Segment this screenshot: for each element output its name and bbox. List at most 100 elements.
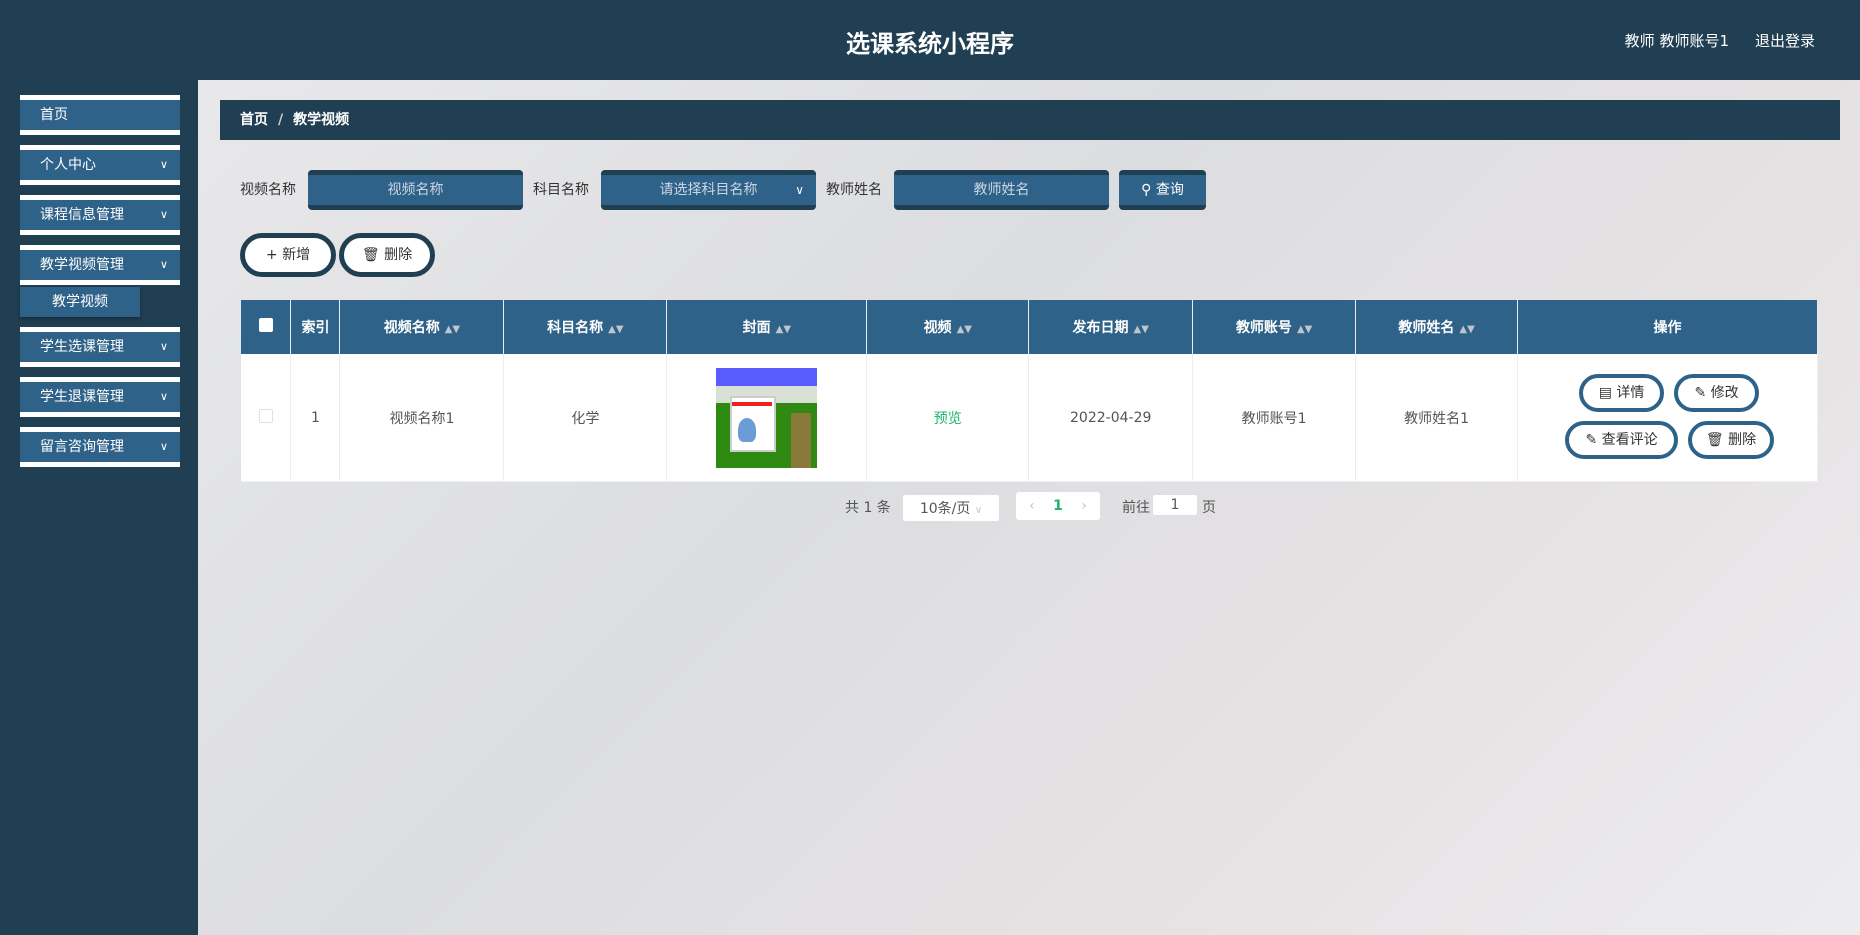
cell-video: 预览 bbox=[866, 354, 1030, 482]
col-label: 视频 bbox=[923, 320, 952, 336]
sidebar-item-label: 学生选课管理 bbox=[40, 339, 124, 355]
edit-button[interactable]: ✎ 修改 bbox=[1674, 374, 1760, 412]
top-header: 选课系统小程序 教师 教师账号1 退出登录 bbox=[0, 0, 1860, 80]
select-all-header[interactable] bbox=[241, 300, 292, 354]
sidebar-item-label: 留言咨询管理 bbox=[40, 439, 124, 455]
table-row: 1 视频名称1 化学 预览 2022-04-29 教师账号1 教师姓名1 ▤ 详… bbox=[241, 354, 1818, 482]
sort-icon[interactable]: ▲▼ bbox=[776, 324, 791, 335]
sidebar-item-messages[interactable]: 留言咨询管理 ∨ bbox=[20, 427, 180, 467]
row-select-cell[interactable] bbox=[241, 354, 292, 482]
document-icon: ▤ bbox=[1598, 385, 1612, 401]
chevron-down-icon: ∨ bbox=[974, 505, 983, 516]
select-all-checkbox[interactable] bbox=[258, 318, 273, 332]
breadcrumb-home[interactable]: 首页 bbox=[240, 112, 268, 128]
chevron-down-icon: ∨ bbox=[795, 183, 804, 197]
cell-teacher-account: 教师账号1 bbox=[1192, 354, 1357, 482]
col-label: 教师姓名 bbox=[1398, 320, 1455, 336]
subject-label: 科目名称 bbox=[533, 182, 589, 198]
video-name-input[interactable]: 视频名称 bbox=[308, 170, 523, 210]
chevron-down-icon: ∨ bbox=[159, 340, 168, 353]
logout-link[interactable]: 退出登录 bbox=[1755, 30, 1815, 51]
next-page-button[interactable]: › bbox=[1081, 498, 1087, 514]
main-content: 首页 / 教学视频 视频名称 视频名称 科目名称 请选择科目名称 ∨ 教师姓名 教师姓… bbox=[198, 80, 1860, 935]
sidebar-item-video-manage[interactable]: 教学视频管理 ∨ bbox=[20, 245, 180, 285]
view-comments-button[interactable]: ✎ 查看评论 bbox=[1565, 421, 1679, 459]
sort-icon[interactable]: ▲▼ bbox=[445, 324, 460, 335]
user-role: 教师 bbox=[1624, 32, 1655, 50]
subject-placeholder: 请选择科目名称 bbox=[659, 182, 758, 198]
add-label: 新增 bbox=[282, 247, 311, 263]
sidebar-item-profile[interactable]: 个人中心 ∨ bbox=[20, 145, 180, 185]
pager: ‹ 1 › bbox=[1016, 492, 1100, 520]
detail-button[interactable]: ▤ 详情 bbox=[1579, 374, 1665, 412]
query-button[interactable]: ⚲ 查询 bbox=[1119, 170, 1206, 210]
sidebar-item-label: 个人中心 bbox=[40, 157, 96, 173]
sort-icon[interactable]: ▲▼ bbox=[957, 324, 972, 335]
cell-video-name: 视频名称1 bbox=[339, 354, 505, 482]
sidebar-item-label: 教学视频管理 bbox=[40, 257, 124, 273]
prev-page-button[interactable]: ‹ bbox=[1029, 498, 1035, 514]
cover-image[interactable] bbox=[716, 367, 818, 468]
col-subject[interactable]: 科目名称 ▲▼ bbox=[503, 300, 668, 354]
col-actions: 操作 bbox=[1517, 300, 1818, 354]
video-name-label: 视频名称 bbox=[240, 182, 296, 198]
page-suffix: 页 bbox=[1202, 500, 1216, 516]
trash-icon: 🗑 bbox=[1705, 432, 1724, 448]
sort-icon[interactable]: ▲▼ bbox=[1459, 324, 1474, 335]
sort-icon[interactable]: ▲▼ bbox=[608, 324, 623, 335]
chevron-down-icon: ∨ bbox=[159, 258, 168, 271]
col-video-name[interactable]: 视频名称 ▲▼ bbox=[339, 300, 505, 354]
col-teacher-account[interactable]: 教师账号 ▲▼ bbox=[1192, 300, 1357, 354]
row-checkbox[interactable] bbox=[258, 408, 273, 423]
batch-delete-button[interactable]: 🗑 删除 bbox=[339, 233, 435, 277]
cell-index: 1 bbox=[290, 354, 341, 482]
sidebar-item-course-select[interactable]: 学生选课管理 ∨ bbox=[20, 327, 180, 367]
teacher-label: 教师姓名 bbox=[826, 182, 882, 198]
preview-link[interactable]: 预览 bbox=[934, 411, 962, 427]
row-delete-button[interactable]: 🗑 删除 bbox=[1688, 421, 1775, 459]
teacher-name-input[interactable]: 教师姓名 bbox=[894, 170, 1109, 210]
row-delete-label: 删除 bbox=[1728, 432, 1757, 448]
col-label: 教师账号 bbox=[1235, 320, 1292, 336]
sort-icon[interactable]: ▲▼ bbox=[1134, 324, 1149, 335]
edit-icon: ✎ bbox=[1585, 432, 1598, 448]
col-label: 发布日期 bbox=[1072, 320, 1129, 336]
sidebar-item-label: 课程信息管理 bbox=[40, 207, 124, 223]
page-number[interactable]: 1 bbox=[1053, 498, 1063, 514]
detail-label: 详情 bbox=[1616, 385, 1645, 401]
app-title: 选课系统小程序 bbox=[846, 30, 1014, 58]
cell-date: 2022-04-29 bbox=[1028, 354, 1194, 482]
col-index: 索引 bbox=[290, 300, 341, 354]
col-teacher-name[interactable]: 教师姓名 ▲▼ bbox=[1355, 300, 1519, 354]
query-label: 查询 bbox=[1155, 182, 1184, 198]
add-button[interactable]: + 新增 bbox=[240, 233, 336, 277]
chevron-down-icon: ∨ bbox=[159, 158, 168, 171]
edit-label: 修改 bbox=[1710, 385, 1739, 401]
pagination-total: 共 1 条 bbox=[845, 500, 891, 516]
page-size-value: 10条/页 bbox=[919, 501, 971, 517]
subject-select[interactable]: 请选择科目名称 ∨ bbox=[601, 170, 816, 210]
sort-icon[interactable]: ▲▼ bbox=[1297, 324, 1312, 335]
video-table: 索引 视频名称 ▲▼ 科目名称 ▲▼ 封面 ▲▼ 视频 ▲▼ 发布日期 ▲▼ 教师账号 ▲▼… bbox=[241, 300, 1818, 482]
sidebar-subitem-video[interactable]: 教学视频 bbox=[20, 287, 140, 317]
cell-cover bbox=[666, 354, 868, 482]
user-info: 教师 教师账号1 bbox=[1625, 30, 1729, 51]
search-icon: ⚲ bbox=[1141, 182, 1152, 198]
sidebar-item-label: 首页 bbox=[40, 107, 68, 123]
col-date[interactable]: 发布日期 ▲▼ bbox=[1028, 300, 1194, 354]
edit-icon: ✎ bbox=[1694, 385, 1707, 401]
page-size-select[interactable]: 10条/页 ∨ bbox=[902, 494, 1000, 522]
col-cover[interactable]: 封面 ▲▼ bbox=[666, 300, 868, 354]
sidebar-item-home[interactable]: 首页 bbox=[20, 95, 180, 135]
chevron-down-icon: ∨ bbox=[159, 390, 168, 403]
sidebar-item-course-info[interactable]: 课程信息管理 ∨ bbox=[20, 195, 180, 235]
col-video[interactable]: 视频 ▲▼ bbox=[866, 300, 1030, 354]
col-label: 科目名称 bbox=[547, 320, 604, 336]
breadcrumb: 首页 / 教学视频 bbox=[220, 100, 1840, 140]
col-label: 封面 bbox=[742, 320, 771, 336]
breadcrumb-current: 教学视频 bbox=[293, 112, 350, 128]
sidebar-item-course-drop[interactable]: 学生退课管理 ∨ bbox=[20, 377, 180, 417]
cell-teacher-name: 教师姓名1 bbox=[1355, 354, 1519, 482]
goto-page-input[interactable]: 1 bbox=[1152, 494, 1198, 516]
chevron-down-icon: ∨ bbox=[159, 208, 168, 221]
